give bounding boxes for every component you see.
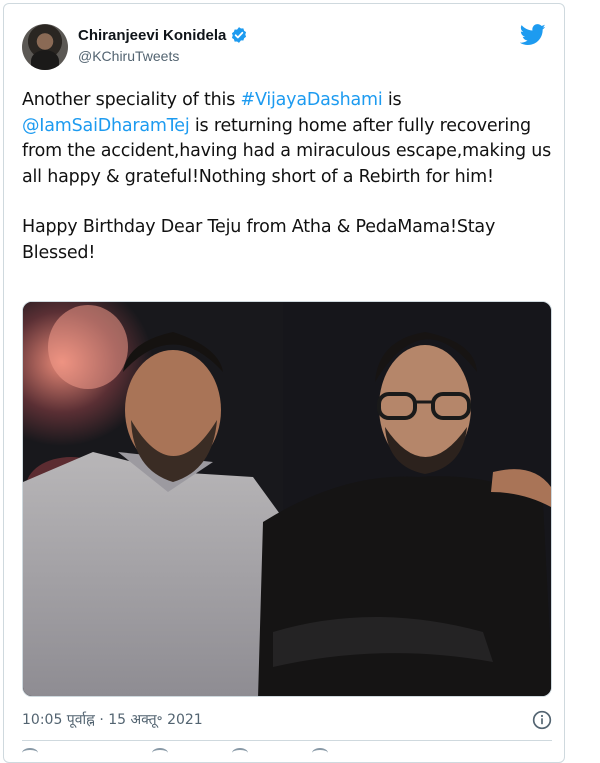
author-display-name[interactable]: Chiranjeevi Konidela	[78, 27, 226, 44]
like-icon[interactable]	[232, 748, 248, 758]
avatar[interactable]	[22, 24, 68, 70]
verified-icon	[232, 27, 247, 43]
tweet-timestamp[interactable]: 10:05 पूर्वाह्न · 15 अक्तू॰ 2021	[22, 712, 203, 728]
tweet-text: Another speciality of this #VijayaDasham…	[22, 88, 552, 266]
tweet-header: Chiranjeevi Konidela @KChiruTweets	[22, 22, 546, 78]
hashtag-link[interactable]: #VijayaDashami	[240, 90, 382, 110]
tweet-text-paragraph-2: Happy Birthday Dear Teju from Atha & Ped…	[22, 217, 496, 263]
tweet-text-lead: Another speciality of this	[22, 90, 241, 110]
share-icon[interactable]	[312, 748, 328, 758]
divider	[22, 740, 552, 741]
action-bar	[22, 748, 552, 758]
tweet-text-connector: is	[382, 90, 402, 110]
author-name-row: Chiranjeevi Konidela	[78, 26, 248, 44]
tweet-text-paragraph: Another speciality of this #VijayaDasham…	[22, 88, 552, 190]
retweet-icon[interactable]	[152, 748, 168, 758]
mention-link[interactable]: @IamSaiDharamTej	[22, 116, 190, 136]
tweet-photo[interactable]	[22, 301, 552, 697]
tweet-card: Chiranjeevi Konidela @KChiruTweets Anoth…	[3, 3, 565, 763]
twitter-bird-icon[interactable]	[520, 24, 546, 46]
photo-illustration	[23, 302, 551, 696]
author-handle[interactable]: @KChiruTweets	[78, 48, 179, 64]
tweet-meta: 10:05 पूर्वाह्न · 15 अक्तू॰ 2021	[22, 709, 552, 731]
reply-icon[interactable]	[22, 748, 38, 758]
info-icon[interactable]	[532, 710, 552, 730]
